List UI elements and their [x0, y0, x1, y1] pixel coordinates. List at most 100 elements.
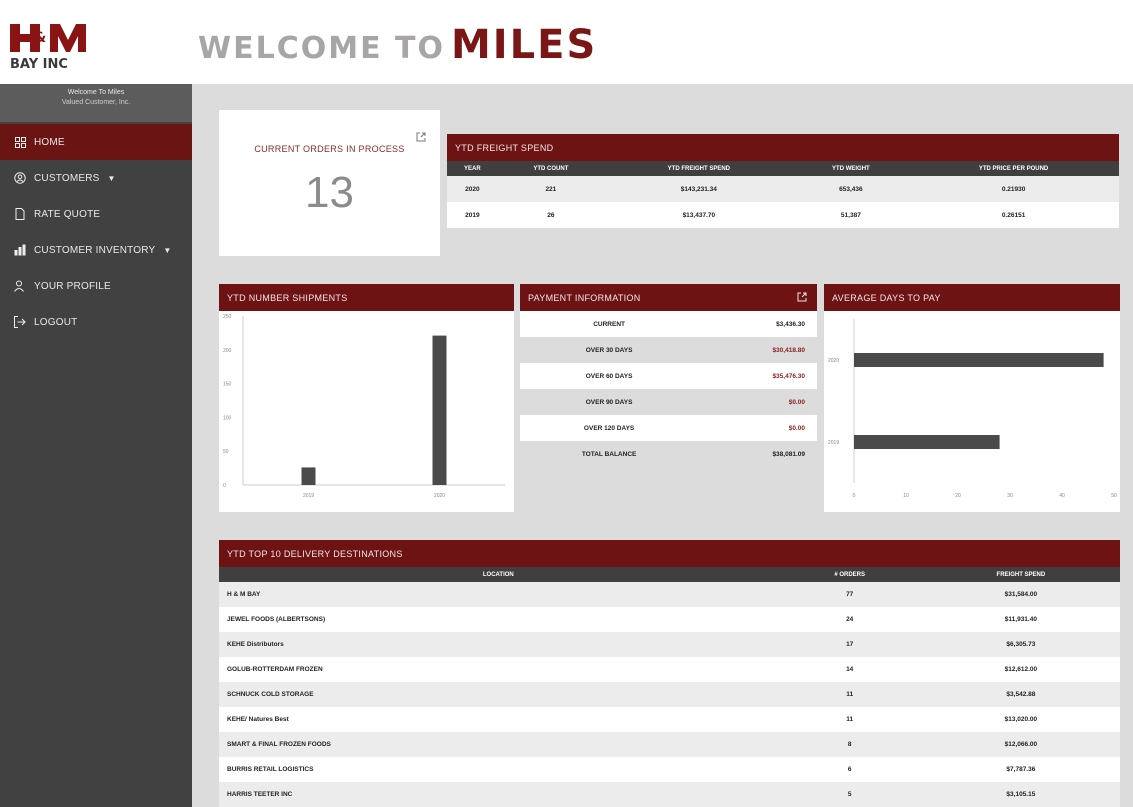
sidebar-item-home[interactable]: HOME: [0, 124, 192, 160]
svg-text:&: &: [34, 30, 46, 46]
column-header: LOCATION: [219, 567, 778, 582]
top-destinations-card: YTD TOP 10 DELIVERY DESTINATIONS LOCATIO…: [219, 540, 1120, 807]
x-tick-label: 40: [1059, 493, 1065, 499]
card-title: AVERAGE DAYS TO PAY: [832, 292, 941, 303]
sidebar-item-label: CUSTOMER INVENTORY: [34, 244, 156, 256]
card-title: PAYMENT INFORMATION: [528, 292, 641, 303]
table-row: 2019 26 $13,437.70 51,387 0.26151: [447, 202, 1119, 228]
payment-row-current: CURRENT $3,436.30: [520, 311, 817, 337]
sidebar-customer-name: Valued Customer, Inc.: [61, 99, 131, 106]
table-cell: 17: [777, 632, 922, 657]
table-row: KEHE/ Natures Best 11 $13,020.00: [219, 707, 1120, 732]
y-tick-label: 250: [223, 314, 232, 320]
table-cell: 6: [777, 757, 922, 782]
current-orders-label: CURRENT ORDERS IN PROCESS: [254, 144, 405, 154]
x-tick-label: 10: [903, 493, 909, 499]
table-cell: 51,387: [793, 202, 909, 228]
sidebar-item-label: HOME: [34, 136, 65, 148]
table-cell: 221: [497, 176, 605, 202]
document-icon: [12, 207, 28, 221]
welcome-prefix: WELCOME TO: [198, 31, 445, 66]
app-root: & BAY INC WELCOME TO MILES Welcome To Mil…: [0, 0, 1133, 807]
table-row: JEWEL FOODS (ALBERTSONS) 24 $11,931.40: [219, 607, 1120, 632]
table-cell: 2019: [447, 202, 498, 228]
y-tick-label: 200: [223, 348, 232, 354]
sidebar-item-customers[interactable]: CUSTOMERS ▼: [0, 160, 192, 196]
table-header-row: LOCATION # ORDERS FREIGHT SPEND: [219, 567, 1120, 582]
table-cell: $143,231.34: [604, 176, 794, 202]
column-header: FREIGHT SPEND: [921, 567, 1120, 582]
inventory-icon: [12, 243, 28, 257]
x-tick-label: 2019: [303, 493, 314, 499]
card-header: YTD FREIGHT SPEND: [447, 134, 1119, 161]
destinations-table: LOCATION # ORDERS FREIGHT SPEND H & M BA…: [219, 567, 1120, 807]
payment-value: $30,418.80: [772, 346, 805, 354]
sidebar-item-customer-inventory[interactable]: CUSTOMER INVENTORY ▼: [0, 232, 192, 268]
table-cell: $6,305.73: [921, 632, 1120, 657]
freight-table: YEAR YTD COUNT YTD FREIGHT SPEND YTD WEI…: [447, 161, 1119, 228]
profile-icon: [12, 279, 28, 293]
payment-label: OVER 120 DAYS: [583, 424, 635, 432]
current-orders-count: 13: [305, 168, 354, 217]
payment-value: $38,081.09: [772, 450, 805, 458]
payment-label: OVER 60 DAYS: [585, 372, 633, 380]
sidebar-welcome-text: Welcome To Miles: [67, 89, 125, 96]
payment-value: $0.00: [788, 398, 805, 406]
sidebar: Welcome To Miles Valued Customer, Inc. H…: [0, 84, 192, 807]
table-cell: BURRIS RETAIL LOGISTICS: [219, 757, 778, 782]
company-logo[interactable]: & BAY INC: [8, 22, 92, 72]
table-cell: 5: [777, 782, 922, 807]
sidebar-item-rate-quote[interactable]: RATE QUOTE: [0, 196, 192, 232]
sidebar-item-logout[interactable]: LOGOUT: [0, 304, 192, 340]
sidebar-item-your-profile[interactable]: YOUR PROFILE: [0, 268, 192, 304]
x-tick-label: 30: [1007, 493, 1013, 499]
table-cell: KEHE/ Natures Best: [219, 707, 778, 732]
table-row: 2020 221 $143,231.34 653,436 0.21930: [447, 176, 1119, 202]
grid-icon: [12, 135, 28, 149]
payment-row-over-90: OVER 90 DAYS $0.00: [520, 389, 817, 415]
sidebar-item-label: CUSTOMERS: [34, 172, 100, 184]
column-header: YTD WEIGHT: [793, 161, 909, 176]
chevron-down-icon: ▼: [107, 173, 116, 183]
current-orders-card[interactable]: CURRENT ORDERS IN PROCESS 13: [219, 110, 440, 256]
card-header: AVERAGE DAYS TO PAY: [824, 284, 1120, 311]
x-tick-label: 20: [955, 493, 961, 499]
table-cell: KEHE Distributors: [219, 632, 778, 657]
shipments-bar-chart: 0 50 100 150 200 250 2019 2020: [223, 314, 505, 499]
table-cell: 8: [777, 732, 922, 757]
y-tick-label: 0: [223, 483, 226, 489]
table-row: HARRIS TEETER INC 5 $3,105.15: [219, 782, 1120, 807]
table-cell: $3,105.15: [921, 782, 1120, 807]
payment-value: $35,476.30: [772, 372, 805, 380]
external-link-icon[interactable]: [797, 292, 807, 302]
welcome-name: MILES: [450, 22, 598, 68]
table-cell: $13,020.00: [921, 707, 1120, 732]
y-tick-label: 50: [223, 449, 229, 455]
table-cell: $7,787.36: [921, 757, 1120, 782]
chevron-down-icon: ▼: [163, 245, 172, 255]
table-cell: $11,931.40: [921, 607, 1120, 632]
table-row: SCHNUCK COLD STORAGE 11 $3,542.88: [219, 682, 1120, 707]
table-cell: $3,542.88: [921, 682, 1120, 707]
bar-2020: [432, 335, 447, 485]
main-content: CURRENT ORDERS IN PROCESS 13 YTD FREIGHT…: [192, 84, 1133, 807]
payment-label: TOTAL BALANCE: [581, 450, 637, 458]
payment-row-over-60: OVER 60 DAYS $35,476.30: [520, 363, 817, 389]
external-link-icon[interactable]: [416, 132, 426, 142]
sidebar-item-label: LOGOUT: [34, 316, 78, 328]
table-cell: GOLUB-ROTTERDAM FROZEN: [219, 657, 778, 682]
y-tick-label: 2019: [828, 440, 839, 446]
sidebar-welcome: Welcome To Miles Valued Customer, Inc.: [0, 84, 192, 122]
table-cell: $12,066.00: [921, 732, 1120, 757]
sidebar-item-label: YOUR PROFILE: [34, 280, 111, 292]
table-row: H & M BAY 77 $31,584.00: [219, 582, 1120, 607]
svg-text:BAY INC: BAY INC: [10, 57, 68, 72]
column-header: YTD PRICE PER POUND: [908, 161, 1119, 176]
table-cell: 0.26151: [908, 202, 1119, 228]
y-tick-label: 100: [223, 415, 232, 421]
y-tick-label: 150: [223, 382, 232, 388]
payment-label: CURRENT: [593, 320, 625, 328]
bar-2020: [854, 353, 1104, 367]
payment-row-over-120: OVER 120 DAYS $0.00: [520, 415, 817, 441]
table-cell: H & M BAY: [219, 582, 778, 607]
